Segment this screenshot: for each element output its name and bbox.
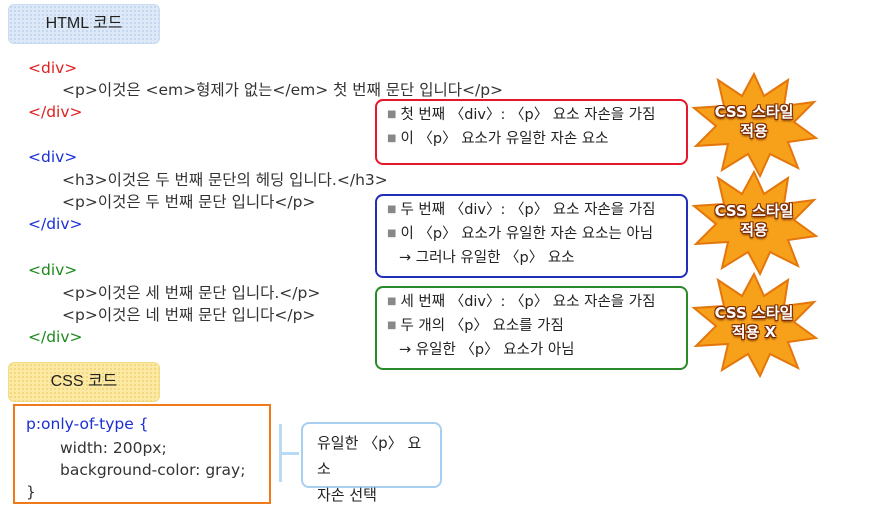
burst-label-1: CSS 스타일 적용 [714, 103, 794, 140]
css-note-line: 자손 선택 [317, 486, 377, 504]
note-line: 이 〈p〉 요소가 유일한 자손 요소 [400, 131, 609, 147]
css-close-brace: } [26, 483, 36, 501]
div-open-2: <div> [28, 148, 78, 166]
css-note-box: 유일한 〈p〉 요소 자손 선택 [301, 422, 442, 504]
css-code-tag: CSS 코드 [8, 362, 160, 402]
bullet-icon: ■ [387, 296, 397, 307]
note-line: 첫 번째 〈div〉: 〈p〉 요소 자손을 가짐 [400, 107, 656, 123]
bullet-icon: ■ [387, 320, 397, 331]
bullet-icon: ■ [387, 109, 397, 120]
html-code-tag: HTML 코드 [8, 4, 160, 44]
div-open-1: <div> [28, 59, 78, 77]
p-line-2: <p>이것은 두 번째 문단 입니다</p> [62, 193, 316, 211]
note-line: 세 번째 〈div〉: 〈p〉 요소 자손을 가짐 [400, 294, 656, 310]
css-declaration-background: background-color: gray; [60, 461, 246, 479]
burst-label-3: CSS 스타일 적용 X [714, 304, 794, 341]
note-line: 이 〈p〉 요소가 유일한 자손 요소는 아님 [400, 226, 654, 242]
css-declaration-width: width: 200px; [60, 439, 167, 457]
css-selector: p:only-of-type { [26, 415, 149, 433]
div-close-1: </div> [28, 103, 83, 121]
div-open-3: <div> [28, 261, 78, 279]
p-line-3: <p>이것은 세 번째 문단 입니다.</p> [62, 284, 321, 302]
note-line: → 그러나 유일한 〈p〉 요소 [399, 250, 575, 266]
css-note-line: 유일한 〈p〉 요소 [317, 434, 422, 478]
h3-line-2: <h3>이것은 두 번째 문단의 헤딩 입니다.</h3> [62, 171, 388, 189]
note-line: 두 번째 〈div〉: 〈p〉 요소 자손을 가짐 [400, 202, 656, 218]
div-close-2: </div> [28, 215, 83, 233]
note-box-first-div: ■ 첫 번째 〈div〉: 〈p〉 요소 자손을 가짐 ■ 이 〈p〉 요소가 유일… [375, 99, 688, 165]
note-line: → 유일한 〈p〉 요소가 아님 [399, 342, 575, 358]
div-close-3: </div> [28, 328, 83, 346]
p-line-4: <p>이것은 네 번째 문단 입니다</p> [62, 306, 316, 324]
bullet-icon: ■ [387, 204, 397, 215]
burst-label-2: CSS 스타일 적용 [714, 202, 794, 239]
connector-line [279, 452, 299, 455]
bullet-icon: ■ [387, 228, 397, 239]
note-line: 두 개의 〈p〉 요소를 가짐 [400, 318, 564, 334]
bullet-icon: ■ [387, 133, 397, 144]
note-box-second-div: ■ 두 번째 〈div〉: 〈p〉 요소 자손을 가짐 ■ 이 〈p〉 요소가 유일… [375, 194, 688, 278]
p-line-1: <p>이것은 <em>형제가 없는</em> 첫 번째 문단 입니다</p> [62, 81, 504, 99]
note-box-third-div: ■ 세 번째 〈div〉: 〈p〉 요소 자손을 가짐 ■ 두 개의 〈p〉 요소를… [375, 286, 688, 370]
